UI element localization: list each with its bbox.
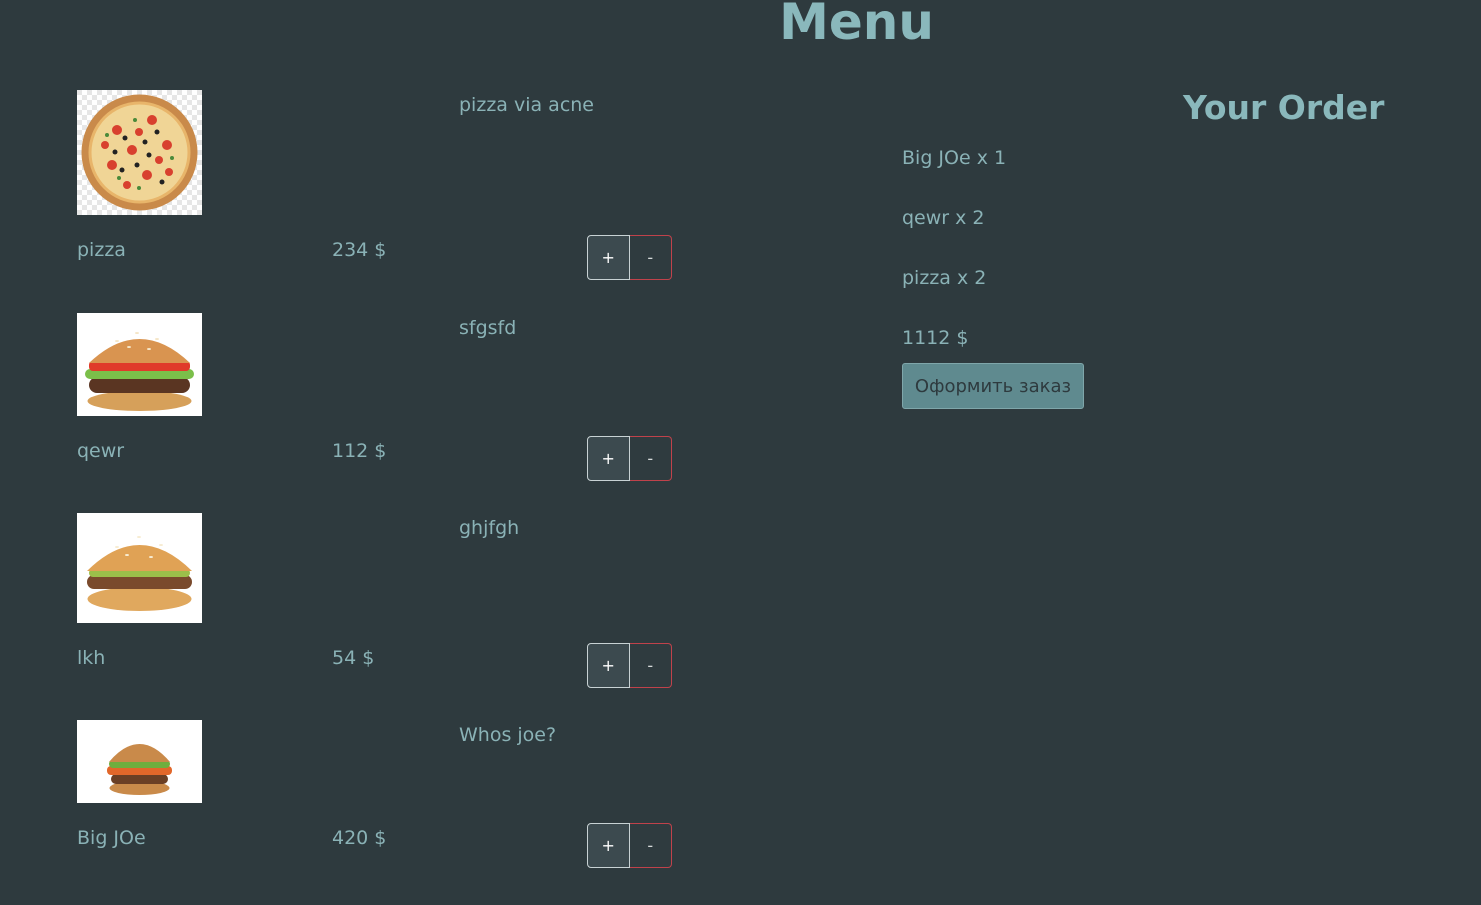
order-line: Big JOe x 1 xyxy=(902,147,1007,169)
menu-item: Big JOe 420 $ Whos joe? + - xyxy=(77,720,697,875)
item-description: pizza via acne xyxy=(459,94,594,116)
quantity-controls: + - xyxy=(587,823,672,870)
burger-image xyxy=(77,313,202,416)
menu-item: lkh 54 $ ghjfgh + - xyxy=(77,513,697,693)
item-name: qewr xyxy=(77,440,125,462)
burger-image xyxy=(77,513,202,623)
menu-item: pizza 234 $ pizza via acne + - xyxy=(77,90,697,290)
quantity-controls: + - xyxy=(587,235,672,282)
checkout-button[interactable]: Оформить заказ xyxy=(902,363,1084,409)
add-button[interactable]: + xyxy=(587,643,630,688)
burger-image xyxy=(77,720,202,803)
menu-item: qewr 112 $ sfgsfd + - xyxy=(77,313,697,488)
add-button[interactable]: + xyxy=(587,823,630,868)
order-title: Your Order xyxy=(1183,88,1385,127)
remove-button[interactable]: - xyxy=(629,643,672,688)
page-title: Menu xyxy=(779,0,934,51)
pizza-image xyxy=(77,90,202,215)
order-line: pizza x 2 xyxy=(902,267,987,289)
add-button[interactable]: + xyxy=(587,436,630,481)
item-price: 234 $ xyxy=(332,239,387,261)
item-name: Big JOe xyxy=(77,827,146,849)
item-price: 420 $ xyxy=(332,827,387,849)
item-description: sfgsfd xyxy=(459,317,517,339)
item-description: ghjfgh xyxy=(459,517,520,539)
add-button[interactable]: + xyxy=(587,235,630,280)
item-price: 54 $ xyxy=(332,647,375,669)
item-description: Whos joe? xyxy=(459,724,557,746)
remove-button[interactable]: - xyxy=(629,436,672,481)
quantity-controls: + - xyxy=(587,643,672,690)
remove-button[interactable]: - xyxy=(629,235,672,280)
item-name: pizza xyxy=(77,239,126,261)
order-total: 1112 $ xyxy=(902,327,969,349)
order-line: qewr x 2 xyxy=(902,207,985,229)
remove-button[interactable]: - xyxy=(629,823,672,868)
quantity-controls: + - xyxy=(587,436,672,483)
item-price: 112 $ xyxy=(332,440,387,462)
item-name: lkh xyxy=(77,647,106,669)
